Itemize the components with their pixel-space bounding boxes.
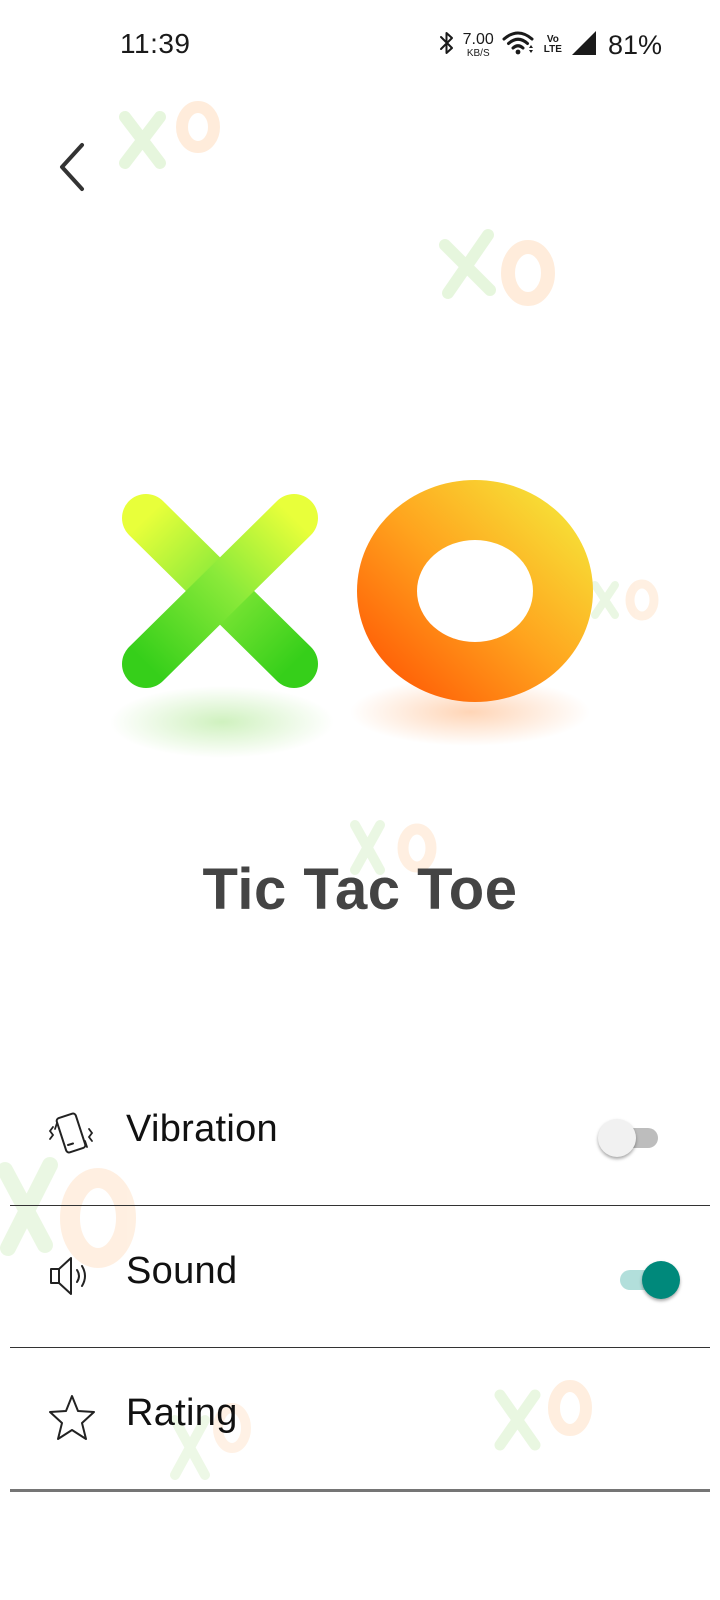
- network-speed-value: 7.00: [462, 30, 494, 48]
- signal-icon: [570, 30, 598, 61]
- network-speed-unit: KB/S: [466, 47, 490, 59]
- wifi-icon: [502, 30, 536, 61]
- vibration-toggle[interactable]: [598, 1116, 664, 1157]
- star-icon: [46, 1392, 98, 1444]
- setting-row-rating[interactable]: Rating: [10, 1348, 710, 1492]
- sound-toggle-thumb: [642, 1261, 680, 1299]
- o-mark-icon: [357, 480, 593, 702]
- battery-percentage: 81%: [607, 29, 662, 60]
- volte-bottom: LTE: [543, 44, 562, 55]
- app-logo: [110, 480, 610, 770]
- status-time: 11:39: [120, 28, 191, 59]
- watermark-xo-decoration: [439, 229, 555, 306]
- sound-toggle[interactable]: [614, 1258, 680, 1299]
- vibration-icon: [46, 1108, 98, 1160]
- back-button[interactable]: [44, 132, 100, 202]
- bluetooth-icon: [439, 30, 455, 61]
- speaker-icon: [46, 1250, 98, 1302]
- watermark-xo-decoration: [119, 101, 220, 169]
- chevron-left-icon: [60, 143, 84, 191]
- network-speed: 7.00 KB/S: [462, 30, 494, 59]
- settings-list: Vibration Sound Rating: [10, 1064, 710, 1492]
- setting-label-sound: Sound: [126, 1250, 238, 1292]
- setting-row-sound[interactable]: Sound: [10, 1206, 710, 1348]
- volte-indicator: Vo LTE: [544, 35, 562, 55]
- setting-label-vibration: Vibration: [126, 1108, 278, 1150]
- setting-label-rating: Rating: [126, 1392, 238, 1434]
- vibration-toggle-thumb: [598, 1119, 636, 1157]
- app-title: Tic Tac Toe: [202, 857, 518, 922]
- x-mark-icon: [122, 494, 318, 688]
- status-icons: 7.00 KB/S Vo LTE 81%: [439, 28, 662, 62]
- status-bar: 11:39 7.00 KB/S Vo LTE 81%: [0, 0, 720, 92]
- setting-row-vibration[interactable]: Vibration: [10, 1064, 710, 1206]
